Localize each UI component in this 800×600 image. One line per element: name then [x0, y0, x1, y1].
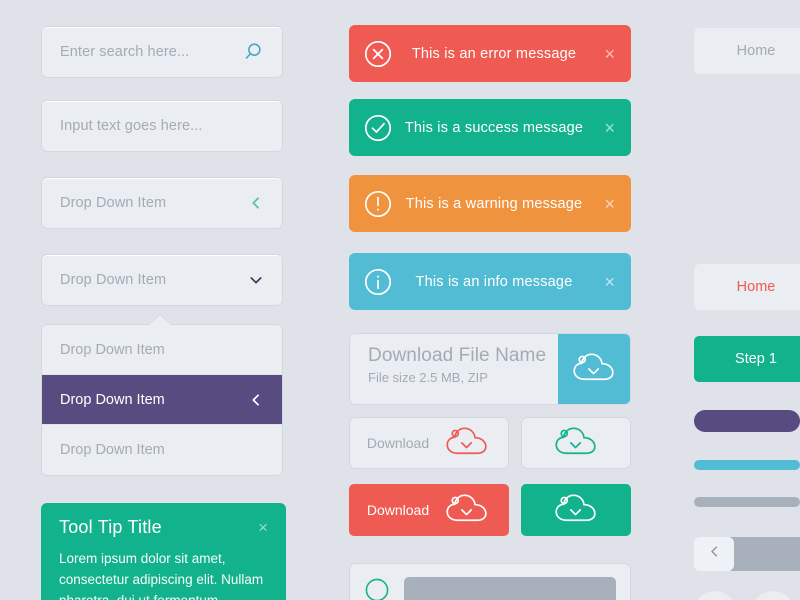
- cloud-download-icon: [552, 492, 600, 529]
- close-icon[interactable]: ×: [599, 119, 615, 137]
- download-file-size: File size 2.5 MB, ZIP: [368, 370, 488, 385]
- alert-info: This is an info message ×: [349, 253, 631, 310]
- alert-error: This is an error message ×: [349, 25, 631, 82]
- close-icon[interactable]: ×: [599, 273, 615, 291]
- bottom-partial-card: [349, 563, 631, 600]
- download-button-teal[interactable]: [521, 484, 631, 536]
- step-button-label: Step 1: [735, 351, 777, 367]
- download-file-text: Download File Name File size 2.5 MB, ZIP: [350, 334, 558, 404]
- search-input-placeholder: Enter search here...: [60, 44, 190, 60]
- alert-warning: This is a warning message ×: [349, 175, 631, 232]
- chevron-down-icon[interactable]: [248, 272, 264, 288]
- progress-bar-grey: [694, 497, 800, 507]
- tab-label: Home: [736, 43, 776, 59]
- chevron-left-icon: [248, 392, 264, 408]
- bottom-circle-left[interactable]: [694, 591, 736, 600]
- cloud-download-icon: [443, 492, 491, 529]
- text-input[interactable]: Input text goes here...: [41, 100, 283, 152]
- tooltip-header: Tool Tip Title ×: [59, 517, 268, 538]
- dropdown-list-item[interactable]: Drop Down Item: [42, 425, 282, 475]
- dropdown-list-item-label: Drop Down Item: [60, 341, 165, 358]
- alert-message: This is an info message: [415, 273, 573, 290]
- chevron-left-icon[interactable]: [248, 195, 264, 211]
- dropdown-list-item-label: Drop Down Item: [60, 391, 165, 408]
- download-button[interactable]: [558, 334, 630, 404]
- close-icon[interactable]: ×: [258, 519, 268, 536]
- progress-bar-purple: [694, 410, 800, 432]
- tooltip: Tool Tip Title × Lorem ipsum dolor sit a…: [41, 503, 286, 600]
- dropdown-open-list: Drop Down Item Drop Down Item Drop Down …: [41, 315, 283, 476]
- tab-home-default[interactable]: Home: [694, 28, 800, 74]
- alert-success: This is a success message ×: [349, 99, 631, 156]
- cloud-download-icon: [443, 425, 491, 462]
- chevron-left-icon: [707, 544, 722, 564]
- tab-home-active[interactable]: Home: [694, 264, 800, 310]
- cloud-download-icon: [571, 351, 617, 388]
- dropdown-list-item-label: Drop Down Item: [60, 442, 165, 458]
- search-input[interactable]: Enter search here...: [41, 26, 283, 78]
- dropdown-list-item[interactable]: Drop Down Item: [42, 325, 282, 375]
- dropdown-label: Drop Down Item: [60, 195, 167, 211]
- dropdown-list-item-selected[interactable]: Drop Down Item: [42, 375, 282, 425]
- ui-kit-canvas: Enter search here... Input text goes her…: [0, 0, 800, 600]
- dropdown-list: Drop Down Item Drop Down Item Drop Down …: [41, 324, 283, 476]
- step-button[interactable]: Step 1: [694, 336, 800, 382]
- dropdown-label: Drop Down Item: [60, 272, 167, 288]
- download-button-light[interactable]: Download: [349, 417, 509, 469]
- tab-label: Home: [736, 279, 776, 295]
- search-icon[interactable]: [242, 41, 264, 63]
- progress-bar-cyan: [694, 460, 800, 470]
- pager-prev-button[interactable]: [694, 537, 734, 571]
- cloud-download-icon: [552, 425, 600, 462]
- close-icon[interactable]: ×: [599, 195, 615, 213]
- tooltip-body: Lorem ipsum dolor sit amet, consectetur …: [59, 551, 264, 600]
- pager-strip: [730, 537, 800, 571]
- dropdown-closed-purple[interactable]: Drop Down Item: [41, 254, 283, 306]
- tooltip-title: Tool Tip Title: [59, 517, 162, 537]
- download-button-label: Download: [366, 502, 430, 518]
- text-input-placeholder: Input text goes here...: [60, 118, 203, 134]
- download-file-name: Download File Name: [368, 345, 547, 366]
- check-circle-icon: [364, 577, 390, 600]
- alert-message: This is a success message: [404, 119, 584, 136]
- alert-message: This is a warning message: [405, 195, 583, 212]
- download-button-label: Download: [366, 435, 430, 451]
- download-button-light-icon-only[interactable]: [521, 417, 631, 469]
- close-icon[interactable]: ×: [599, 45, 615, 63]
- dropdown-closed-teal[interactable]: Drop Down Item: [41, 177, 283, 229]
- download-file-card: Download File Name File size 2.5 MB, ZIP: [349, 333, 631, 405]
- download-button-red[interactable]: Download: [349, 484, 509, 536]
- dropdown-caret: [149, 315, 171, 325]
- placeholder-bar: [404, 577, 616, 600]
- bottom-circle-right[interactable]: [752, 591, 794, 600]
- alert-message: This is an error message: [411, 45, 577, 62]
